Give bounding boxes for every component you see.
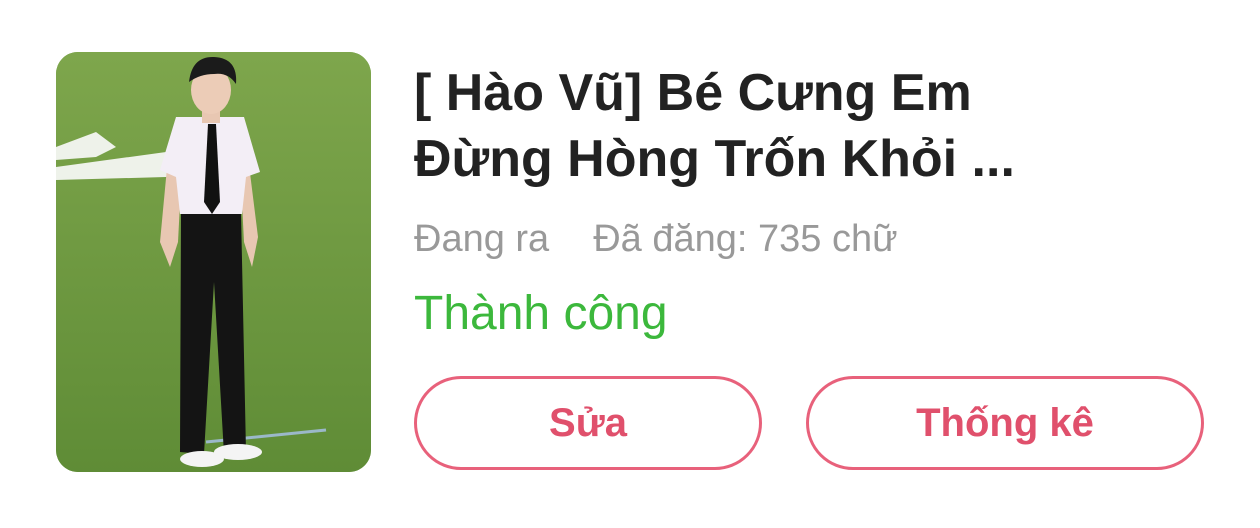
story-cover-image[interactable]: [56, 52, 371, 472]
published-word-count: Đã đăng: 735 chữ: [593, 218, 898, 260]
cover-illustration: [56, 52, 371, 472]
story-title[interactable]: [ Hào Vũ] Bé Cưng Em Đừng Hòng Trốn Khỏi…: [414, 60, 1214, 192]
story-meta: Đang ra Đã đăng: 735 chữ: [414, 218, 898, 261]
statistics-button[interactable]: Thống kê: [806, 376, 1204, 470]
edit-button[interactable]: Sửa: [414, 376, 762, 470]
progress-status: Đang ra: [414, 218, 550, 260]
story-title-line-1: [ Hào Vũ] Bé Cưng Em: [414, 64, 972, 122]
story-card: [ Hào Vũ] Bé Cưng Em Đừng Hòng Trốn Khỏi…: [0, 0, 1260, 528]
story-title-line-2: Đừng Hòng Trốn Khỏi ...: [414, 130, 1015, 188]
result-status: Thành công: [414, 287, 668, 340]
statistics-button-label: Thống kê: [916, 400, 1094, 445]
edit-button-label: Sửa: [549, 400, 627, 445]
